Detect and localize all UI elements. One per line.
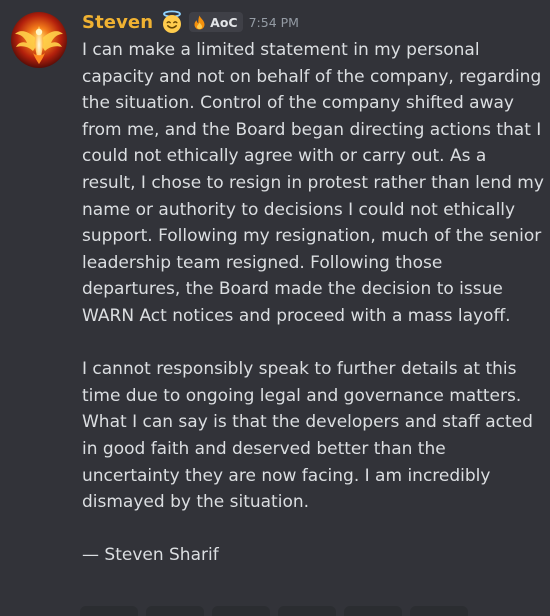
message-paragraph-2: I cannot responsibly speak to further de…: [82, 359, 533, 513]
timestamp[interactable]: 7:54 PM: [249, 15, 299, 30]
reaction-chip[interactable]: [80, 606, 138, 616]
reaction-chip[interactable]: [278, 606, 336, 616]
avatar[interactable]: [11, 12, 67, 68]
username[interactable]: Steven: [82, 12, 153, 33]
message-content: I can make a limited statement in my per…: [82, 37, 544, 569]
reaction-chip[interactable]: [146, 606, 204, 616]
reaction-chip[interactable]: [212, 606, 270, 616]
smiling-face-with-halo-icon: [160, 10, 184, 34]
guild-tag-label: AoC: [210, 14, 238, 30]
reaction-chip[interactable]: [410, 606, 468, 616]
message-signature: — Steven Sharif: [82, 545, 219, 566]
reaction-chip[interactable]: [344, 606, 402, 616]
flame-icon: [193, 15, 206, 30]
phoenix-avatar-icon: [11, 12, 67, 68]
guild-tag[interactable]: AoC: [189, 12, 243, 32]
message-paragraph-1: I can make a limited statement in my per…: [82, 40, 544, 326]
chat-message: Steven AoC 7:54 PM I can make a limited …: [0, 0, 550, 616]
message-header: Steven AoC 7:54 PM: [82, 10, 299, 34]
reaction-bar: [80, 606, 468, 616]
